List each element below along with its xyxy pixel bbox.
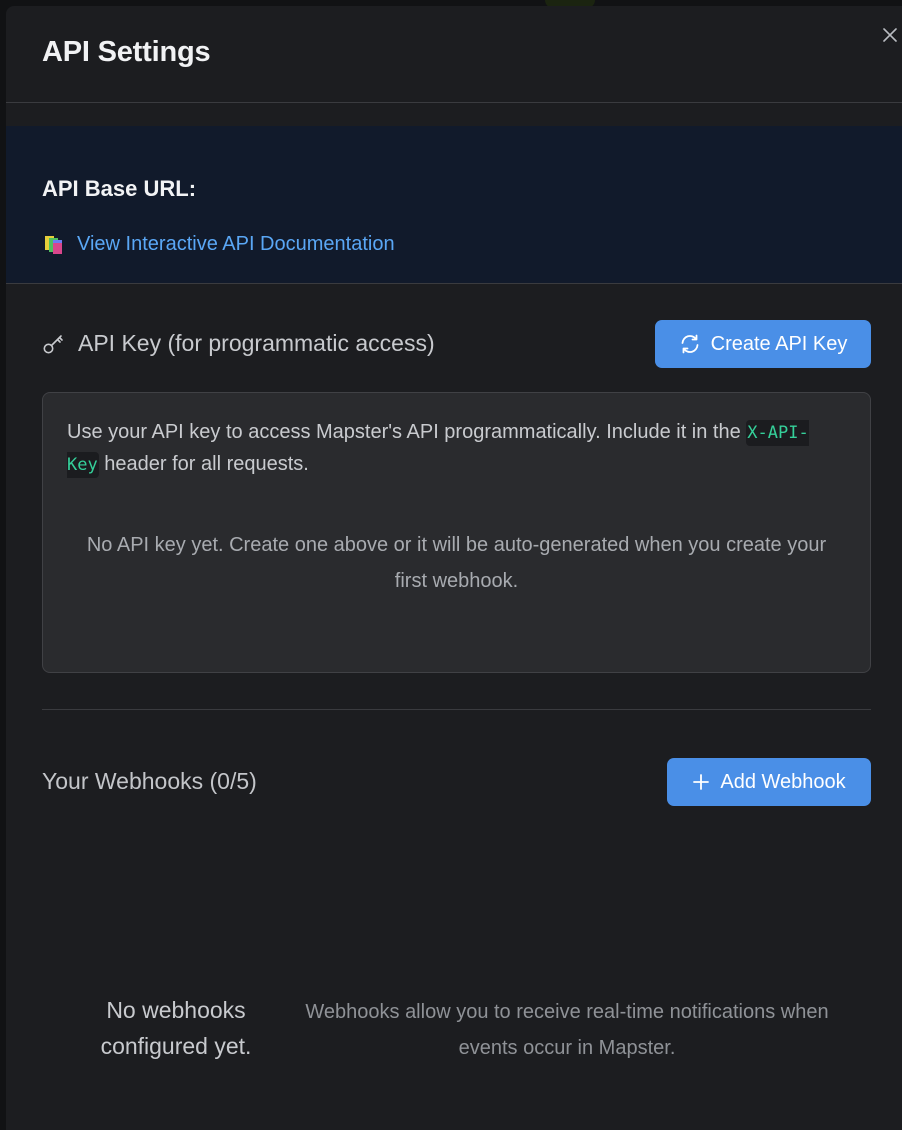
add-webhook-label: Add Webhook	[720, 770, 846, 793]
key-icon	[42, 332, 66, 356]
refresh-icon	[679, 333, 701, 355]
api-key-heading-label: API Key (for programmatic access)	[78, 330, 435, 356]
api-settings-modal: API Settings API Base URL: View Interact…	[6, 6, 902, 1130]
close-icon	[883, 28, 897, 42]
webhooks-empty-description: Webhooks allow you to receive real-time …	[305, 1001, 829, 1059]
api-key-header-row: API Key (for programmatic access) Create…	[42, 318, 871, 368]
plus-icon	[692, 773, 710, 791]
api-key-instructions-suffix: header for all requests.	[98, 453, 309, 475]
api-key-instructions: Use your API key to access Mapster's API…	[67, 417, 827, 481]
api-docs-link-label: View Interactive API Documentation	[77, 233, 395, 255]
section-divider	[42, 709, 871, 710]
webhooks-heading: Your Webhooks (0/5)	[42, 768, 257, 794]
webhooks-empty-title: No webhooks configured yet.	[100, 997, 252, 1059]
api-base-url-section: API Base URL: View Interactive API Docum…	[6, 126, 902, 284]
api-base-url-label: API Base URL:	[42, 176, 197, 201]
modal-title: API Settings	[42, 36, 211, 68]
api-key-instructions-prefix: Use your API key to access Mapster's API…	[67, 421, 747, 443]
create-api-key-label: Create API Key	[710, 332, 848, 355]
api-key-empty-message: No API key yet. Create one above or it w…	[86, 534, 827, 592]
create-api-key-button[interactable]: Create API Key	[655, 320, 871, 368]
api-docs-link[interactable]: View Interactive API Documentation	[42, 233, 395, 256]
close-button[interactable]	[876, 21, 902, 49]
books-icon	[42, 234, 68, 256]
api-key-heading: API Key (for programmatic access)	[42, 330, 435, 357]
api-key-info-box: Use your API key to access Mapster's API…	[42, 392, 871, 673]
modal-header: API Settings	[6, 6, 902, 103]
add-webhook-button[interactable]: Add Webhook	[667, 758, 871, 806]
